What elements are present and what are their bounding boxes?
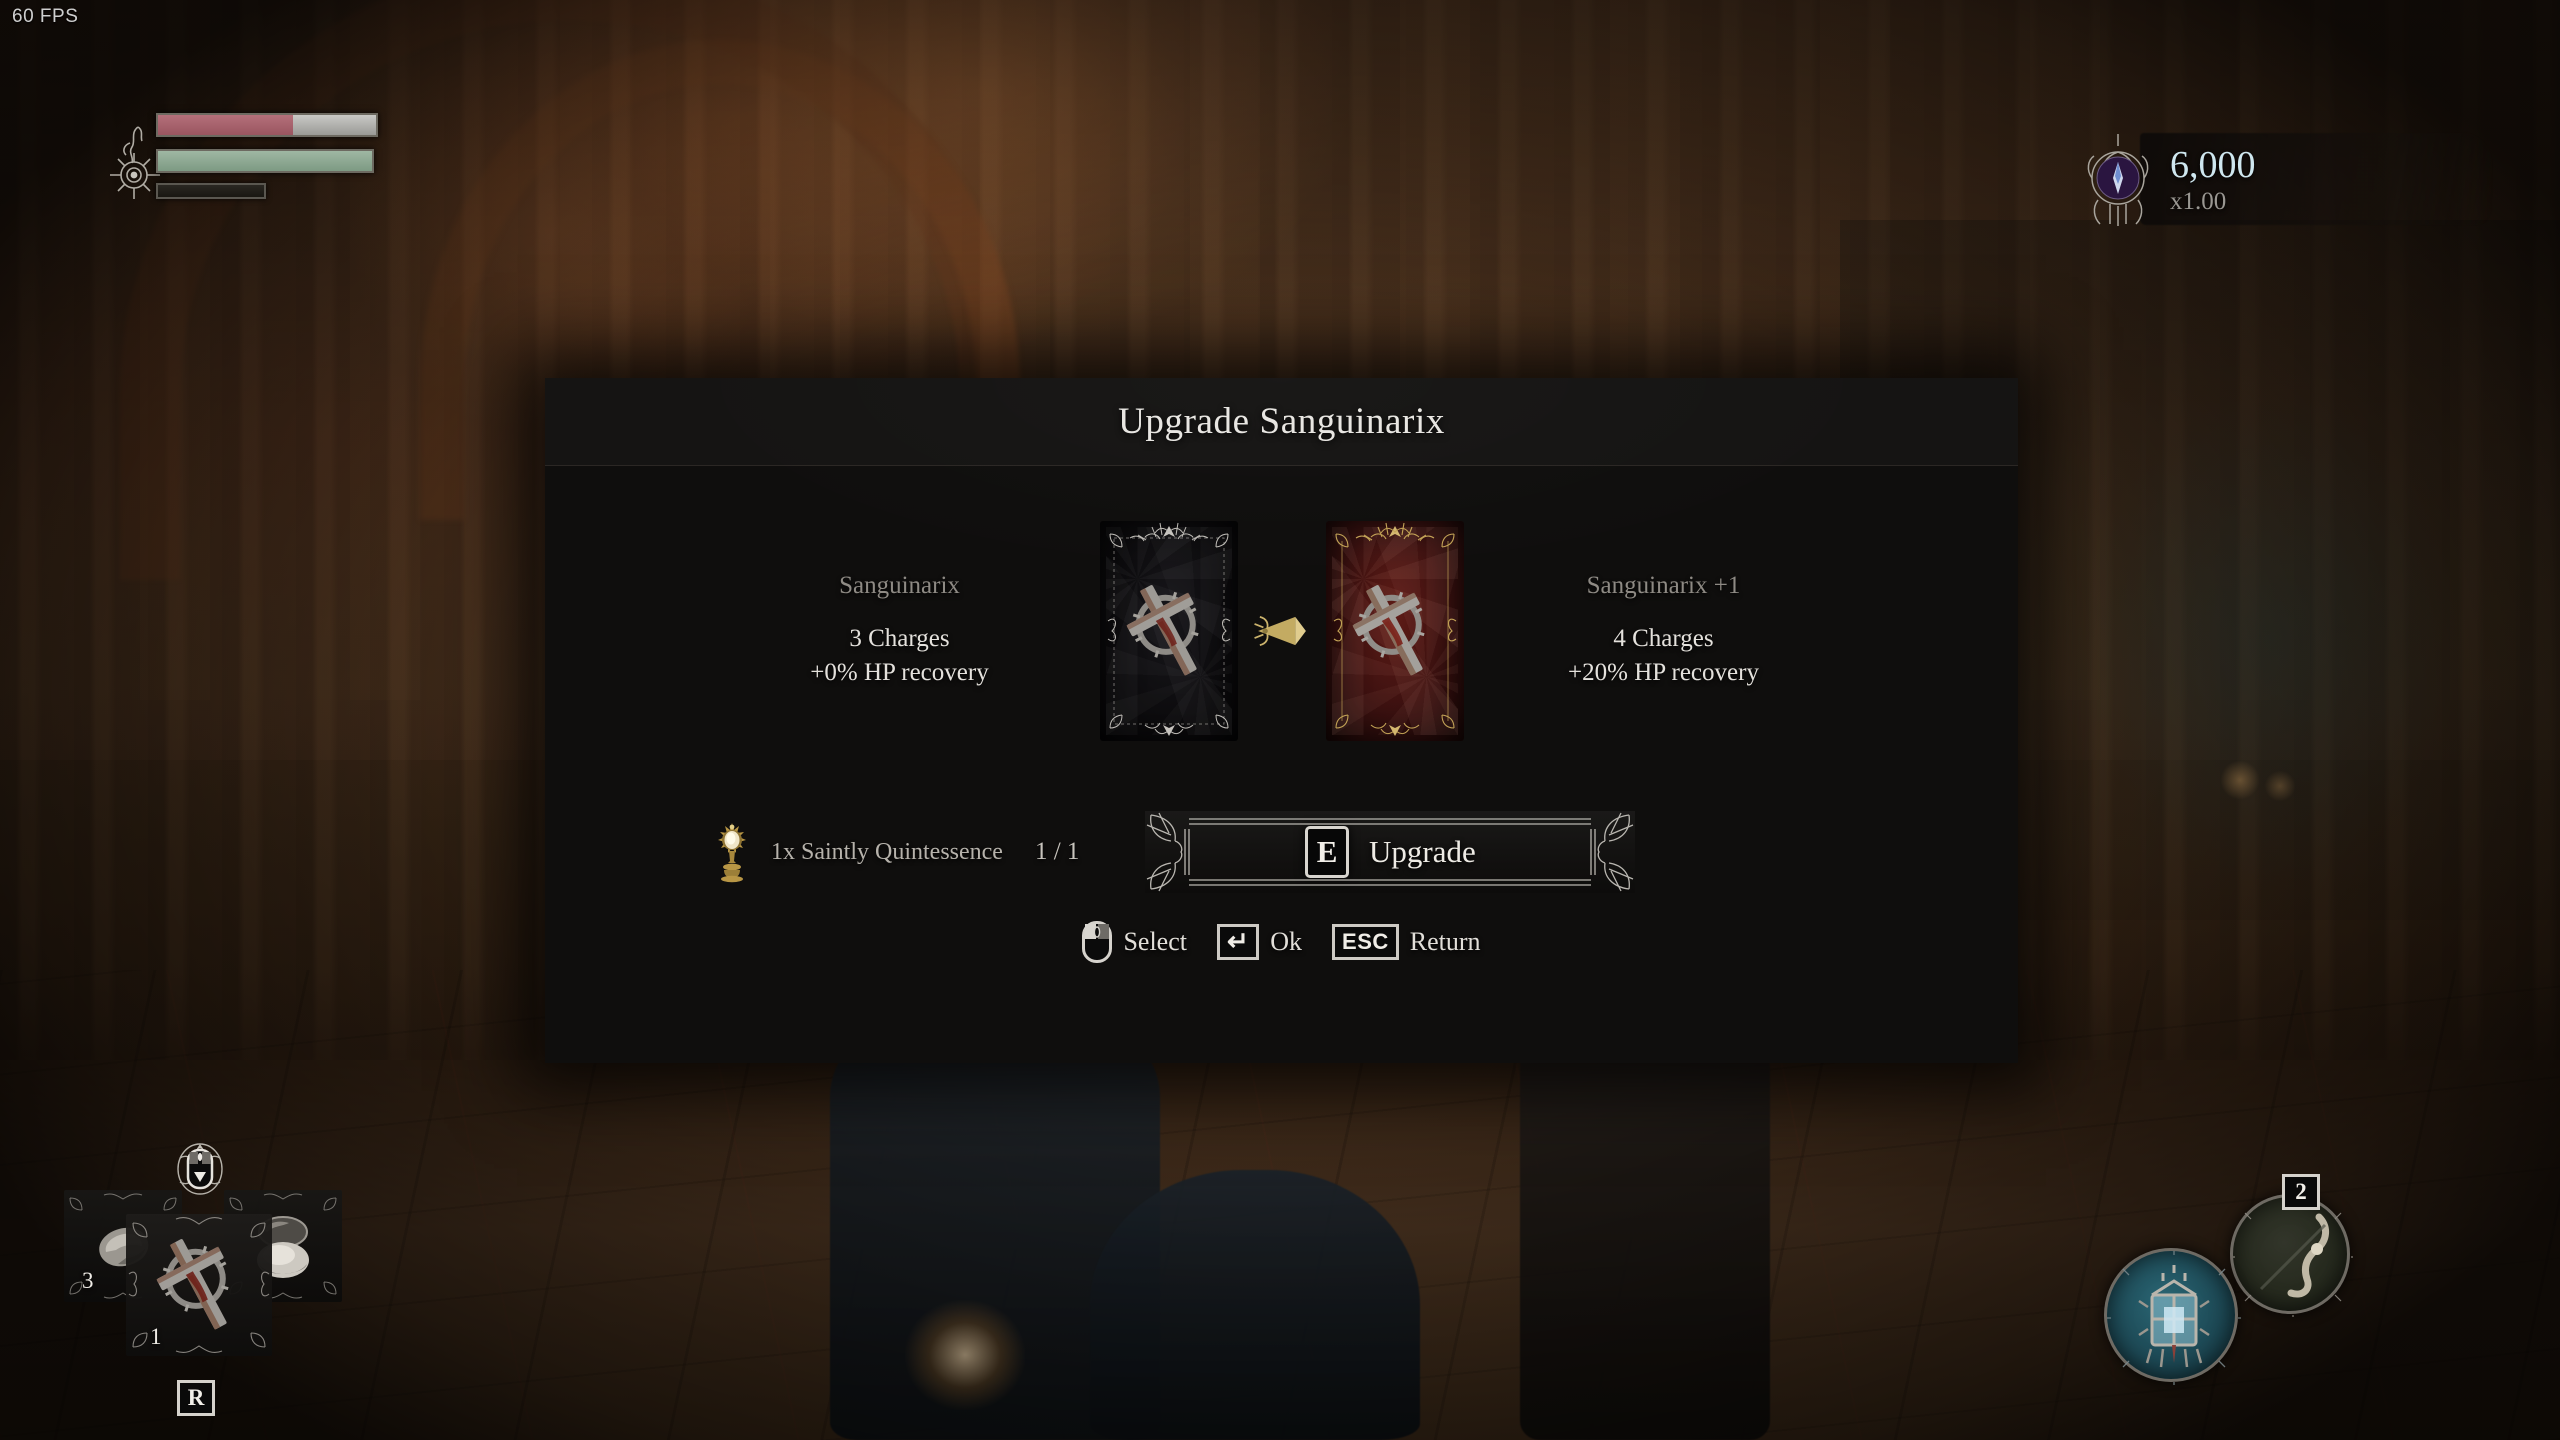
- hud-emblem-icon: [110, 126, 160, 199]
- saintly-quintessence-icon: [718, 823, 746, 883]
- upgrade-dialog: Upgrade Sanguinarix Sanguinarix 3 Charge…: [545, 378, 2018, 1063]
- dialog-title: Upgrade Sanguinarix: [1118, 401, 1445, 442]
- after-charges: 4 Charges: [1613, 624, 1714, 652]
- spell-quickslots: 2: [2104, 1100, 2504, 1400]
- cost-label: 1x Saintly Quintessence: [771, 838, 1003, 865]
- lantern-icon: [2104, 1248, 2245, 1389]
- after-item-card[interactable]: [1316, 513, 1473, 749]
- before-item-name: Sanguinarix: [839, 571, 960, 599]
- enter-key: ↵: [1216, 924, 1260, 960]
- game-screen: 60 FPS 6,000 x1.00 Upgrade Sanguinarix S…: [0, 0, 2560, 1440]
- sanguinarix-icon: [1125, 585, 1199, 676]
- stamina-bar: [156, 149, 374, 173]
- quickslot-key-binding: R: [177, 1380, 215, 1416]
- upgrade-cost: 1x Saintly Quintessence 1 / 1: [705, 821, 1079, 883]
- upgrade-button-label: Upgrade: [1369, 834, 1476, 869]
- cycle-down-icon[interactable]: [176, 1142, 224, 1196]
- prompt-select[interactable]: Select: [1082, 921, 1187, 963]
- dialog-body: Sanguinarix 3 Charges +0% HP recovery Sa…: [545, 466, 2018, 1063]
- currency-amount: 6,000: [2170, 144, 2256, 186]
- cost-count: 1 / 1: [1034, 838, 1080, 865]
- before-item-card[interactable]: [1090, 513, 1247, 749]
- prompt-select-label: Select: [1123, 927, 1187, 956]
- scene-lantern-glow: [905, 1300, 1025, 1410]
- spellslot-badge: 2: [2282, 1174, 2320, 1210]
- prompt-return-label: Return: [1409, 927, 1481, 956]
- quickslot-main-count: 1: [150, 1324, 162, 1349]
- prompt-ok[interactable]: ↵ Ok: [1216, 924, 1303, 960]
- bone-icon: [2229, 1193, 2357, 1321]
- upgrade-arrow-icon: [1253, 615, 1306, 647]
- after-recovery: +20% HP recovery: [1568, 659, 1759, 686]
- player-status-bars: [108, 105, 408, 225]
- vigor-orb-icon: [2087, 134, 2149, 226]
- upgrade-key: E: [1305, 826, 1350, 878]
- scene-npc-center: [1090, 1170, 1420, 1440]
- fps-counter: 60 FPS: [12, 6, 79, 27]
- currency-multiplier: x1.00: [2170, 188, 2227, 215]
- upgrade-action-row: 1x Saintly Quintessence 1 / 1 E Upgrade: [545, 796, 2018, 908]
- upgrade-arrow: [1246, 601, 1318, 661]
- item-quickslots: 3 1 R: [60, 1142, 400, 1416]
- before-charges: 3 Charges: [849, 624, 950, 652]
- upgrade-comparison: Sanguinarix 3 Charges +0% HP recovery Sa…: [545, 466, 2018, 796]
- health-bar: [156, 113, 378, 137]
- mouse-icon: [1082, 921, 1113, 963]
- before-stats: Sanguinarix 3 Charges +0% HP recovery: [700, 572, 1100, 691]
- after-item-name: Sanguinarix +1: [1586, 571, 1741, 599]
- quickslot-main[interactable]: 1: [126, 1214, 272, 1356]
- upgrade-button[interactable]: E Upgrade: [1145, 811, 1636, 893]
- after-stats: Sanguinarix +1 4 Charges +20% HP recover…: [1464, 572, 1864, 691]
- spellslot-secondary[interactable]: [2229, 1193, 2357, 1321]
- prompt-return[interactable]: ESC Return: [1332, 924, 1481, 960]
- before-recovery: +0% HP recovery: [810, 659, 989, 686]
- mana-bar: [156, 183, 266, 199]
- input-prompts: Select ↵ Ok ESC Return: [545, 921, 2018, 963]
- esc-key: ESC: [1332, 924, 1399, 960]
- prompt-ok-label: Ok: [1270, 927, 1303, 956]
- sanguinarix-plus-icon: [1351, 585, 1425, 676]
- currency-display: 6,000 x1.00: [2080, 125, 2500, 235]
- quickslot-left-count: 3: [82, 1268, 94, 1293]
- dialog-titlebar: Upgrade Sanguinarix: [545, 378, 2018, 466]
- spellslot-lantern[interactable]: [2104, 1248, 2245, 1389]
